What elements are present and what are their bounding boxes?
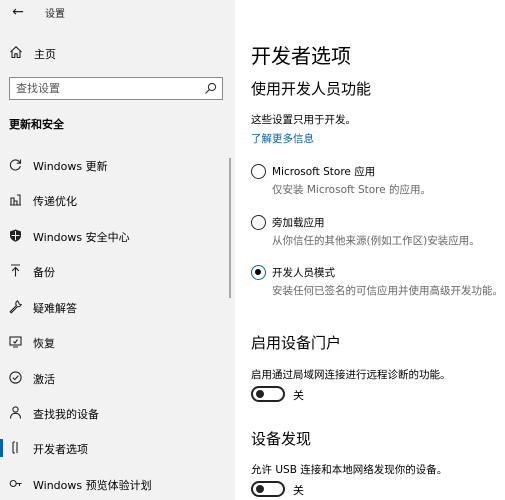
sidebar-item-delivery-optimization[interactable]: 传递优化 (0, 185, 235, 215)
home-icon (10, 46, 22, 59)
check-circle-icon (9, 371, 22, 384)
person-locate-icon (9, 406, 22, 419)
sidebar-item-windows-insider[interactable]: Windows 预览体验计划 (0, 469, 235, 499)
sidebar-item-find-my-device[interactable]: 查找我的设备 (0, 398, 235, 428)
toggle-knob (256, 390, 264, 398)
wrench-icon (9, 300, 22, 314)
radio-label: Microsoft Store 应用 (272, 166, 376, 178)
search-box[interactable] (9, 77, 223, 100)
sidebar-item-home[interactable]: 主页 (0, 41, 235, 65)
developer-icon (12, 441, 18, 454)
sidebar: ← 设置 主页 更新和安全 Windows 更新 传递优化 (0, 0, 235, 500)
radio-developer-mode[interactable]: 开发人员模式 安装任何已签名的可信应用并使用高级开发功能。 (251, 265, 503, 305)
main-content: 开发者选项 使用开发人员功能 这些设置只用于开发。 了解更多信息 Microso… (235, 0, 505, 500)
radio-description: 安装任何已签名的可信应用并使用高级开发功能。 (272, 285, 503, 297)
device-discovery-description: 允许 USB 连接和本地网络发现你的设备。 (251, 464, 448, 476)
radio-button[interactable] (251, 164, 266, 179)
back-arrow-icon[interactable]: ← (8, 3, 28, 21)
recovery-icon (9, 336, 22, 348)
sidebar-home-label: 主页 (34, 48, 56, 61)
toggle-knob (256, 485, 264, 493)
device-portal-toggle-state: 关 (293, 389, 304, 402)
sidebar-section-heading: 更新和安全 (9, 118, 64, 131)
selection-indicator (0, 439, 3, 457)
radio-description: 从你信任的其他来源(例如工作区)安装应用。 (272, 235, 480, 247)
page-title: 开发者选项 (251, 44, 351, 68)
learn-more-link[interactable]: 了解更多信息 (251, 131, 314, 146)
sidebar-item-backup[interactable]: 备份 (0, 256, 235, 286)
search-input[interactable] (10, 78, 200, 99)
sidebar-item-label: Windows 预览体验计划 (33, 479, 152, 492)
sidebar-item-label: 备份 (33, 266, 55, 279)
radio-button-selected[interactable] (251, 265, 266, 280)
sidebar-item-label: Windows 安全中心 (33, 231, 130, 244)
device-discovery-toggle-state: 关 (293, 484, 304, 497)
sidebar-item-label: 查找我的设备 (33, 408, 99, 421)
radio-button[interactable] (251, 215, 266, 230)
shield-icon (10, 229, 21, 242)
sidebar-item-label: 开发者选项 (33, 443, 88, 456)
radio-sideload-apps[interactable]: 旁加载应用 从你信任的其他来源(例如工作区)安装应用。 (251, 215, 501, 255)
section-title-device-discovery: 设备发现 (251, 430, 312, 448)
sidebar-item-label: 传递优化 (33, 195, 77, 208)
sidebar-item-label: 疑难解答 (33, 302, 77, 315)
search-icon[interactable] (204, 82, 217, 95)
title-bar: ← 设置 (0, 0, 235, 26)
radio-description: 仅安装 Microsoft Store 的应用。 (272, 184, 432, 196)
insider-icon (9, 479, 22, 488)
sidebar-item-label: Windows 更新 (33, 160, 108, 173)
device-portal-description: 启用通过局域网连接进行远程诊断的功能。 (251, 369, 451, 381)
delivery-optimization-icon (10, 194, 21, 206)
refresh-icon (9, 159, 22, 171)
section-title-device-portal: 启用设备门户 (251, 334, 342, 352)
developer-description: 这些设置只用于开发。 (251, 114, 356, 126)
backup-arrow-icon (11, 264, 20, 277)
sidebar-item-recovery[interactable]: 恢复 (0, 327, 235, 357)
radio-store-apps[interactable]: Microsoft Store 应用 仅安装 Microsoft Store 的… (251, 164, 501, 204)
device-portal-toggle[interactable] (251, 386, 285, 402)
sidebar-item-troubleshoot[interactable]: 疑难解答 (0, 292, 235, 322)
sidebar-item-windows-update[interactable]: Windows 更新 (0, 150, 235, 180)
section-title-developer-features: 使用开发人员功能 (251, 80, 372, 98)
sidebar-item-label: 激活 (33, 373, 55, 386)
sidebar-item-developer-options[interactable]: 开发者选项 (0, 433, 235, 463)
sidebar-item-security-center[interactable]: Windows 安全中心 (0, 221, 235, 251)
app-title: 设置 (45, 9, 65, 20)
radio-label: 开发人员模式 (272, 267, 335, 279)
sidebar-item-label: 恢复 (33, 337, 55, 350)
radio-label: 旁加载应用 (272, 217, 325, 229)
device-discovery-toggle[interactable] (251, 481, 285, 497)
sidebar-item-activation[interactable]: 激活 (0, 363, 235, 393)
